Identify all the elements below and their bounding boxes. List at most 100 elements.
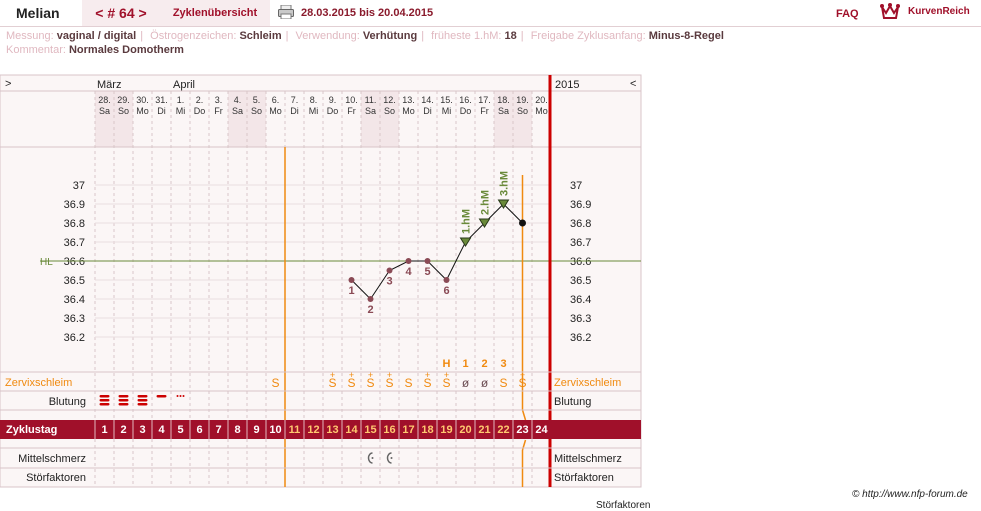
nav-right-arrow[interactable]: < (630, 78, 636, 90)
cervix-plus: + (425, 370, 430, 380)
temp-point (405, 258, 412, 264)
pain-label-right: Mittelschmerz (554, 453, 622, 465)
cycle-day-number: 16 (383, 424, 395, 436)
day-weekday: Mi (442, 106, 452, 116)
peak-marker: H (443, 358, 451, 370)
y-tick-right: 36.7 (570, 237, 591, 249)
day-date: 30. (136, 95, 149, 105)
mittelschmerz-icon (390, 457, 393, 459)
cervix-plus: + (520, 370, 525, 380)
day-weekday: Fr (214, 106, 223, 116)
day-weekday: Do (327, 106, 339, 116)
y-tick-left: 36.8 (64, 218, 85, 230)
cervix-plus: + (387, 370, 392, 380)
day-weekday: Mo (402, 106, 415, 116)
day-date: 6. (272, 95, 280, 105)
cycle-day-number: 8 (234, 424, 240, 436)
cervix-value: ø (481, 376, 489, 390)
cycle-day-number: 6 (196, 424, 202, 436)
month-label: März (97, 79, 121, 91)
day-date: 12. (383, 95, 396, 105)
cycle-day-number: 23 (516, 424, 528, 436)
higher-measurement-label: 2.hM (480, 190, 492, 215)
day-weekday: Sa (232, 106, 243, 116)
y-tick-left: 36.6 (64, 256, 85, 268)
day-date: 29. (117, 95, 130, 105)
cycle-day-number: 18 (421, 424, 433, 436)
bleeding-mark (156, 395, 167, 398)
cycle-day-number: 12 (307, 424, 319, 436)
day-weekday: Mi (176, 106, 186, 116)
cycle-day-number: 20 (459, 424, 471, 436)
bleeding-spotting (179, 395, 182, 397)
month-label: April (173, 79, 195, 91)
y-tick-right: 36.8 (570, 218, 591, 230)
day-weekday: Di (157, 106, 166, 116)
cervix-value: S (404, 376, 412, 390)
low-count-label: 1 (348, 285, 354, 297)
bleeding-mark (118, 399, 129, 402)
mittelschmerz-icon (371, 457, 374, 459)
temp-point (443, 277, 450, 283)
day-weekday: Mo (269, 106, 282, 116)
day-weekday: So (118, 106, 129, 116)
day-weekday: Fr (347, 106, 356, 116)
day-weekday: Mi (309, 106, 319, 116)
low-count-label: 5 (424, 266, 430, 278)
day-date: 7. (291, 95, 299, 105)
low-count-label: 2 (367, 304, 373, 316)
day-date: 4. (234, 95, 242, 105)
y-tick-left: 36.7 (64, 237, 85, 249)
bleeding-mark (137, 395, 148, 398)
cervix-value: ø (462, 376, 470, 390)
cycle-day-number: 17 (402, 424, 414, 436)
day-date: 10. (345, 95, 358, 105)
cervix-value: S (271, 376, 279, 390)
cycle-day-number: 9 (253, 424, 259, 436)
nav-left-arrow[interactable]: > (5, 78, 11, 90)
disturb-label-right: Störfaktoren (554, 472, 614, 484)
day-weekday: Mo (535, 106, 548, 116)
day-date: 28. (98, 95, 111, 105)
bleeding-mark (137, 399, 148, 402)
day-weekday: Fr (480, 106, 489, 116)
y-tick-right: 37 (570, 180, 582, 192)
cycle-day-number: 19 (440, 424, 452, 436)
disturb-label-left: Störfaktoren (26, 472, 86, 484)
cervix-value: S (499, 376, 507, 390)
day-weekday: Sa (498, 106, 509, 116)
y-tick-left: 37 (73, 180, 85, 192)
cycle-day-number: 22 (497, 424, 509, 436)
y-tick-left: 36.9 (64, 199, 85, 211)
y-tick-left: 36.2 (64, 332, 85, 344)
low-count-label: 4 (405, 266, 412, 278)
bleeding-label-left: Blutung (49, 396, 86, 408)
cycle-day-number: 11 (289, 424, 301, 436)
cycle-day-number: 13 (326, 424, 338, 436)
peak-marker: 1 (462, 358, 468, 370)
copyright-footer[interactable]: © http://www.nfp-forum.de (852, 489, 968, 500)
bleeding-mark (99, 399, 110, 402)
cycle-day-number: 14 (345, 424, 358, 436)
temp-point (386, 267, 393, 274)
cervix-plus: + (368, 370, 373, 380)
cervix-plus: + (330, 370, 335, 380)
bleeding-spotting (176, 395, 179, 397)
cycle-day-number: 15 (364, 424, 376, 436)
cycle-day-number: 1 (101, 424, 107, 436)
cervix-label-left: Zervixschleim (5, 377, 72, 389)
peak-marker: 3 (500, 358, 506, 370)
bleeding-mark (137, 403, 148, 406)
temp-point (348, 277, 355, 283)
day-date: 9. (329, 95, 337, 105)
bleeding-mark (118, 403, 129, 406)
y-tick-right: 36.2 (570, 332, 591, 344)
bleeding-spotting (182, 395, 185, 397)
day-weekday: Di (423, 106, 432, 116)
temp-point (519, 219, 526, 227)
day-date: 31. (155, 95, 168, 105)
day-date: 2. (196, 95, 204, 105)
y-tick-left: 36.5 (64, 275, 85, 287)
y-tick-left: 36.4 (64, 294, 85, 306)
cycle-day-number: 21 (478, 424, 490, 436)
